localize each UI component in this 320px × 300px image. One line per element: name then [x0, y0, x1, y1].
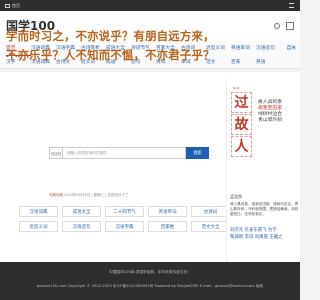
- related-link-row[interactable]: 陶渊明 李白 刘禹锡 王羲之: [230, 234, 300, 241]
- featured-quote: 学而时习之，不亦说乎？有朋自远方来，不亦乐乎？人不知而不愠，不亦君子乎？: [6, 29, 215, 62]
- nav-item[interactable]: 英语单词: [231, 42, 256, 55]
- category-link[interactable]: 二十四节气: [105, 206, 144, 217]
- home-link[interactable]: 首页: [12, 3, 20, 8]
- poem-chars: 过 故 人: [231, 92, 253, 158]
- nav-item[interactable]: 英语: [256, 56, 281, 69]
- home-icon[interactable]: [5, 4, 10, 8]
- user-icon[interactable]: [286, 22, 294, 30]
- search-button[interactable]: 搜索: [186, 147, 209, 159]
- date-text: 2023年5月31日 | 星期三 | 农历四月十三: [64, 193, 129, 197]
- poem-char[interactable]: 人: [231, 136, 252, 157]
- date-line: 马到功成 2023年5月31日 | 星期三 | 农历四月十三: [49, 193, 129, 198]
- date-prefix: 马到功成: [49, 193, 63, 197]
- search-category-select[interactable]: 请选择: [49, 147, 62, 159]
- category-link[interactable]: 汉语字典: [105, 221, 144, 232]
- search-input[interactable]: 请输入你想查询的关键词: [62, 147, 186, 159]
- poem-author[interactable]: 孟浩然: [230, 194, 242, 200]
- nav-item-right[interactable]: 自关: [287, 42, 296, 55]
- nav-item[interactable]: 百家: [231, 56, 256, 69]
- poem-lines: 故人具鸡黍 邀我至田家 绿树村边合 青山郭外斜: [258, 100, 298, 124]
- poem-info: 故人具鸡黍，邀我至田家。绿树村边合，青山郭外斜。开轩面场圃，把酒话桑麻。待到重阳…: [230, 202, 299, 216]
- top-bar: 首页: [0, 0, 300, 11]
- pinyin-label: guò: [233, 86, 240, 90]
- category-link[interactable]: 古诗词: [191, 206, 230, 217]
- poem-char[interactable]: 故: [231, 114, 252, 135]
- poem-panel: guò 过 故 人 故人具鸡黍 邀我至田家 绿树村边合 青山郭外斜: [226, 78, 300, 292]
- footer-tagline: 中国国学100网 学国学经典，中华优秀传统文化！: [109, 270, 191, 274]
- related-links: 刘宗元 孔雀东南飞 为学 陶渊明 李白 刘禹锡 王羲之: [230, 227, 300, 241]
- footer-copyright: guoxue100.com Copyright © 2022-2023 京ICP…: [36, 284, 264, 288]
- search-icon[interactable]: [274, 23, 280, 29]
- poem-char[interactable]: 过: [231, 92, 252, 113]
- poem-line: 青山郭外斜: [258, 118, 282, 123]
- menu-icon[interactable]: [289, 3, 294, 8]
- category-link[interactable]: 范文大全: [191, 221, 230, 232]
- related-link-row[interactable]: 刘宗元 孔雀东南飞 为学: [230, 227, 300, 234]
- site-footer: 中国国学100网 学国学经典，中华优秀传统文化！ guoxue100.com C…: [0, 262, 300, 300]
- category-link[interactable]: 汉语词典: [19, 206, 58, 217]
- category-link[interactable]: 近反义词: [19, 221, 58, 232]
- category-link[interactable]: 英语单词: [148, 206, 187, 217]
- search-form: 请选择 请输入你想查询的关键词 搜索: [49, 147, 209, 159]
- nav-item[interactable]: 汉语造句: [256, 42, 281, 55]
- category-link[interactable]: 汉语造句: [62, 221, 101, 232]
- category-link[interactable]: 百家姓: [148, 221, 187, 232]
- category-link[interactable]: 成语大全: [62, 206, 101, 217]
